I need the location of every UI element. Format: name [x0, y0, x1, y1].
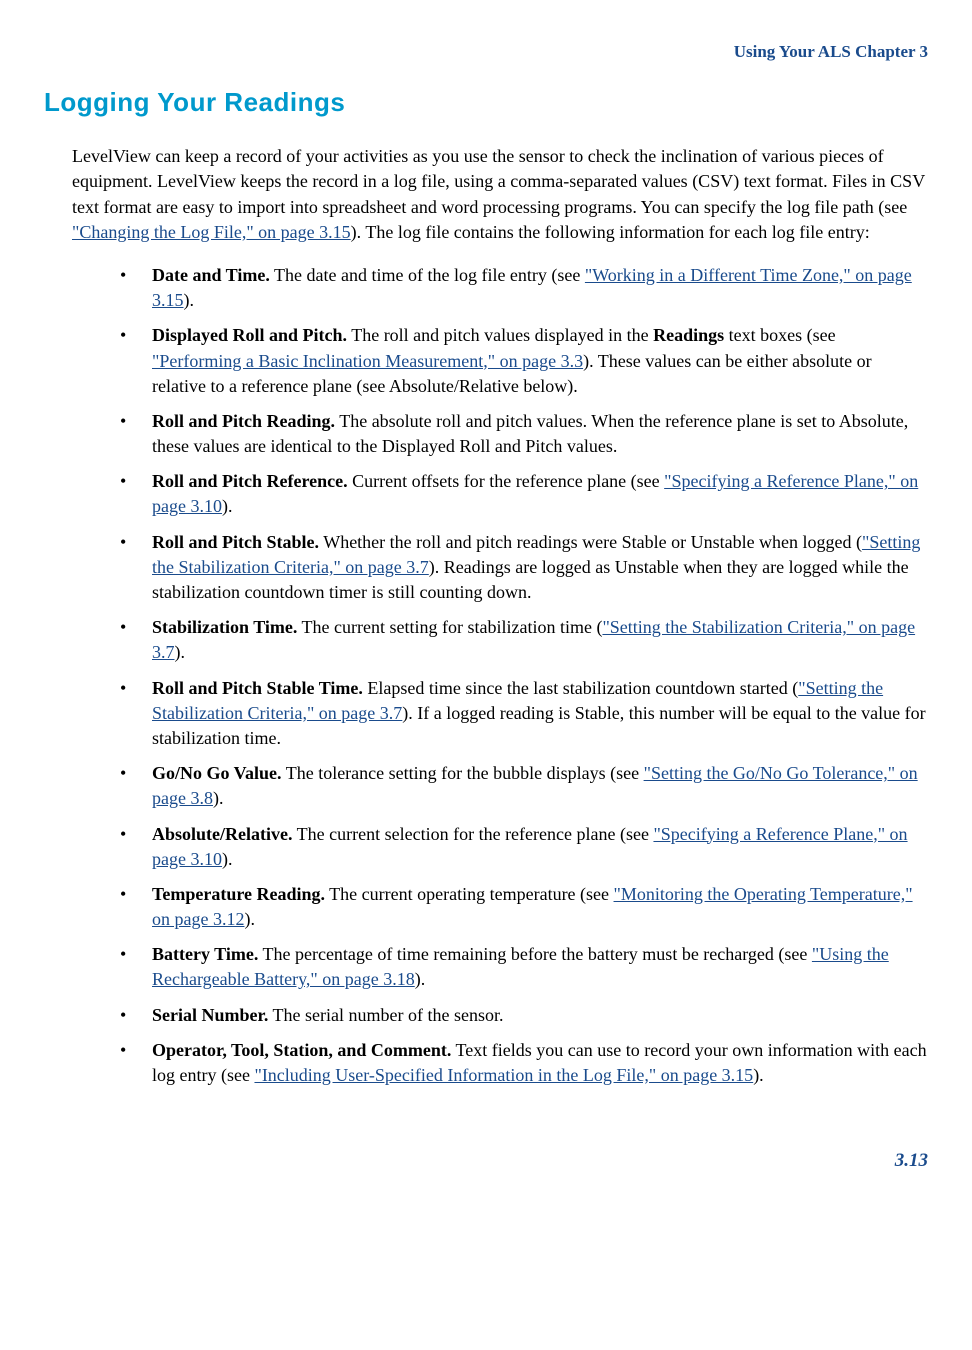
list-item: Go/No Go Value. The tolerance setting fo… — [120, 761, 928, 811]
list-item: Roll and Pitch Reference. Current offset… — [120, 469, 928, 519]
page-header: Using Your ALS Chapter 3 — [44, 40, 928, 64]
item-title: Roll and Pitch Reading. — [152, 411, 335, 431]
readings-label: Readings — [653, 325, 724, 345]
item-title: Roll and Pitch Reference. — [152, 471, 348, 491]
item-text: The percentage of time remaining before … — [258, 944, 812, 964]
list-item: Temperature Reading. The current operati… — [120, 882, 928, 932]
link-user-specified[interactable]: "Including User-Specified Information in… — [254, 1065, 753, 1085]
item-title: Serial Number. — [152, 1005, 268, 1025]
item-text: ). — [184, 290, 195, 310]
item-title: Operator, Tool, Station, and Comment. — [152, 1040, 451, 1060]
item-text: ). — [175, 642, 186, 662]
item-text: text boxes (see — [724, 325, 835, 345]
link-changing-log-file[interactable]: "Changing the Log File," on page 3.15 — [72, 222, 351, 242]
item-text: The serial number of the sensor. — [268, 1005, 503, 1025]
item-title: Absolute/Relative. — [152, 824, 292, 844]
list-item: Stabilization Time. The current setting … — [120, 615, 928, 665]
link-basic-inclination[interactable]: "Performing a Basic Inclination Measurem… — [152, 351, 583, 371]
list-item: Operator, Tool, Station, and Comment. Te… — [120, 1038, 928, 1088]
item-text: Elapsed time since the last stabilizatio… — [363, 678, 798, 698]
intro-paragraph: LevelView can keep a record of your acti… — [72, 144, 928, 245]
item-text: ). — [244, 909, 255, 929]
list-item: Roll and Pitch Stable. Whether the roll … — [120, 530, 928, 606]
list-item: Displayed Roll and Pitch. The roll and p… — [120, 323, 928, 399]
list-item: Serial Number. The serial number of the … — [120, 1003, 928, 1028]
item-text: ). — [415, 969, 426, 989]
item-title: Roll and Pitch Stable Time. — [152, 678, 363, 698]
item-title: Stabilization Time. — [152, 617, 297, 637]
item-title: Date and Time. — [152, 265, 270, 285]
item-text: The current selection for the reference … — [292, 824, 653, 844]
item-text: Current offsets for the reference plane … — [348, 471, 665, 491]
item-text: The current setting for stabilization ti… — [297, 617, 602, 637]
item-text: ). — [222, 496, 233, 516]
list-item: Roll and Pitch Reading. The absolute rol… — [120, 409, 928, 459]
item-title: Temperature Reading. — [152, 884, 325, 904]
item-text: ). — [222, 849, 233, 869]
item-text: ). — [213, 788, 224, 808]
item-text: The roll and pitch values displayed in t… — [347, 325, 653, 345]
item-title: Battery Time. — [152, 944, 258, 964]
item-text: Whether the roll and pitch readings were… — [319, 532, 862, 552]
list-item: Date and Time. The date and time of the … — [120, 263, 928, 313]
log-items-list: Date and Time. The date and time of the … — [44, 263, 928, 1088]
list-item: Roll and Pitch Stable Time. Elapsed time… — [120, 676, 928, 752]
page-number: 3.13 — [44, 1148, 928, 1175]
item-text: The current operating temperature (see — [325, 884, 614, 904]
item-title: Roll and Pitch Stable. — [152, 532, 319, 552]
item-text: The tolerance setting for the bubble dis… — [282, 763, 644, 783]
list-item: Absolute/Relative. The current selection… — [120, 822, 928, 872]
item-text: ). — [753, 1065, 764, 1085]
section-title: Logging Your Readings — [44, 84, 928, 120]
intro-text: LevelView can keep a record of your acti… — [72, 146, 925, 216]
intro-text-end: ). The log file contains the following i… — [351, 222, 870, 242]
item-title: Go/No Go Value. — [152, 763, 282, 783]
list-item: Battery Time. The percentage of time rem… — [120, 942, 928, 992]
item-title: Displayed Roll and Pitch. — [152, 325, 347, 345]
item-text: The date and time of the log file entry … — [270, 265, 585, 285]
